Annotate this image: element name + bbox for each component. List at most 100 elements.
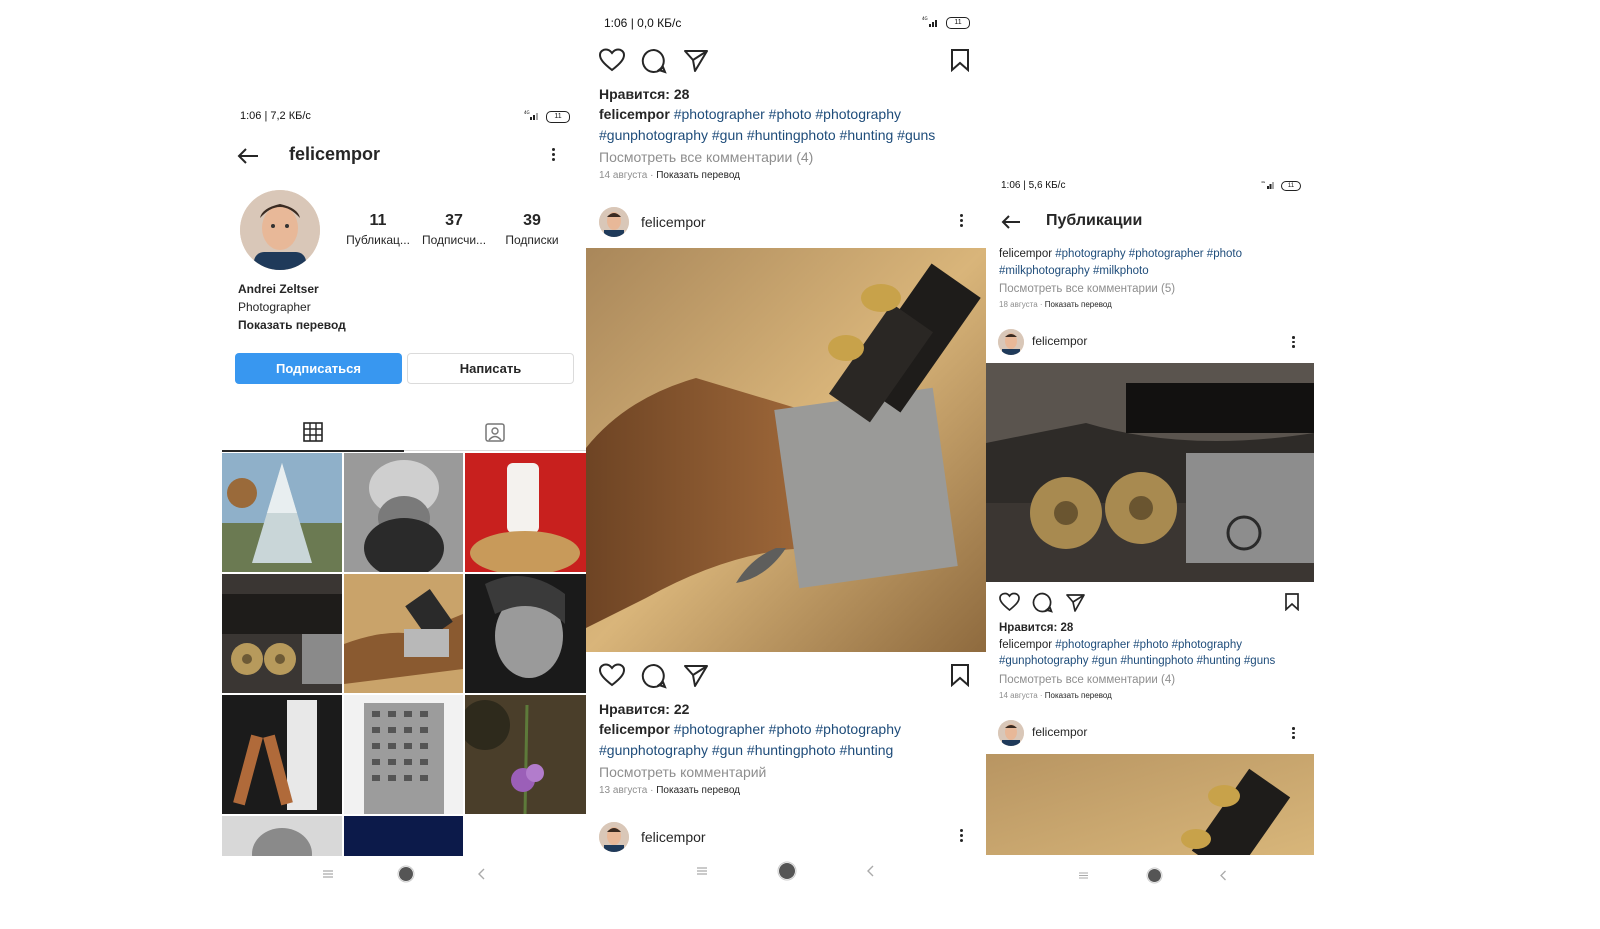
back-button[interactable]: [236, 146, 260, 171]
translate-link[interactable]: Показать перевод: [1045, 691, 1112, 700]
menu-icon[interactable]: [322, 869, 334, 879]
post-photo-shotgun-shells[interactable]: [986, 363, 1314, 582]
menu-icon[interactable]: [696, 866, 708, 876]
heart-icon[interactable]: [999, 592, 1020, 611]
grid-photo-shotgun-shells[interactable]: [222, 574, 342, 693]
caption-hashtags-2[interactable]: #gunphotography #gun #huntingphoto #hunt…: [999, 653, 1309, 670]
post-main-text: Нравится: 28 felicempor #photographer #p…: [999, 620, 1309, 701]
caption: felicempor #photographer #photo #photogr…: [999, 637, 1309, 654]
post-date: 18 августа: [999, 300, 1038, 310]
share-icon[interactable]: [683, 664, 709, 688]
caption: felicempor #photographer #photo #photogr…: [599, 719, 979, 739]
share-icon[interactable]: [683, 49, 709, 73]
grid-photo-shotgun[interactable]: [344, 574, 463, 693]
grid-photo-milk-glass[interactable]: [465, 453, 586, 572]
home-circle-icon[interactable]: [777, 861, 797, 881]
post-avatar[interactable]: [599, 822, 629, 852]
translate-link[interactable]: Показать перевод: [1045, 300, 1112, 309]
caption-username[interactable]: felicempor: [599, 721, 670, 737]
svg-text:4G: 4G: [1261, 180, 1266, 184]
status-bar: 1:06 | 0,0 КБ/с 4G 11: [604, 16, 970, 30]
grid-photo-child-hat[interactable]: [344, 453, 463, 572]
post-avatar[interactable]: [599, 207, 629, 237]
caption-hashtags-2[interactable]: #gunphotography #gun #huntingphoto #hunt…: [599, 125, 979, 145]
grid-photo-legs-touring[interactable]: [222, 695, 342, 814]
caption-hashtags[interactable]: #photographer #photo #photography: [674, 721, 901, 737]
comment-icon[interactable]: [641, 48, 667, 74]
tab-tagged[interactable]: [404, 414, 586, 451]
bio-translate-link[interactable]: Показать перевод: [238, 316, 346, 334]
post-username[interactable]: felicempor: [1032, 725, 1087, 739]
more-vertical-icon[interactable]: [552, 146, 556, 163]
post-meta: 18 августа · Показать перевод: [999, 300, 1112, 310]
back-chevron-icon[interactable]: [1219, 870, 1228, 881]
caption-hashtags[interactable]: #photographer #photo #photography: [674, 106, 901, 122]
signal-icon: 4G: [524, 110, 540, 123]
post-meta: 14 августа · Показать перевод: [599, 170, 740, 182]
post-meta: 13 августа · Показать перевод: [599, 785, 740, 797]
heart-icon[interactable]: [599, 48, 625, 72]
more-vertical-icon[interactable]: [1292, 725, 1296, 741]
grid-photo-man-portrait[interactable]: [222, 816, 342, 856]
heart-icon[interactable]: [599, 663, 625, 687]
grid-photo-night-sky[interactable]: [344, 816, 463, 856]
translate-link[interactable]: Показать перевод: [656, 170, 740, 181]
more-vertical-icon[interactable]: [960, 827, 964, 844]
caption-username[interactable]: felicempor: [999, 639, 1052, 651]
status-bar: 1:06 | 7,2 КБ/с 4G 11: [240, 110, 570, 123]
post-photo-shotgun[interactable]: [586, 248, 986, 652]
page-title: Публикации: [1046, 212, 1143, 229]
menu-icon[interactable]: [1078, 871, 1089, 880]
signal-icon: 4G: [922, 16, 940, 30]
bookmark-icon[interactable]: [1284, 592, 1300, 611]
home-circle-icon[interactable]: [397, 865, 415, 883]
grid-photo-apartment-building[interactable]: [344, 695, 463, 814]
stat-following[interactable]: 39 Подписки: [496, 212, 568, 247]
grid-icon: [303, 422, 323, 442]
back-chevron-icon[interactable]: [866, 865, 876, 877]
caption-hashtags-2[interactable]: #milkphotography #milkphoto: [999, 263, 1309, 280]
post-actions-top: [599, 48, 971, 74]
system-nav-bar: [696, 860, 876, 882]
message-button[interactable]: Написать: [407, 353, 574, 384]
back-button[interactable]: [1000, 213, 1022, 236]
grid-photo-purple-flower[interactable]: [465, 695, 586, 814]
grid-photo-woman-portrait[interactable]: [465, 574, 586, 693]
stat-posts[interactable]: 11 Публикац...: [342, 212, 414, 247]
more-vertical-icon[interactable]: [960, 212, 964, 229]
post-username[interactable]: felicempor: [641, 214, 706, 230]
caption-username[interactable]: felicempor: [999, 248, 1052, 260]
caption-username[interactable]: felicempor: [599, 106, 670, 122]
post-avatar[interactable]: [998, 720, 1024, 746]
tab-grid[interactable]: [222, 414, 404, 452]
caption-hashtags[interactable]: #photography #photographer #photo: [1055, 248, 1242, 260]
stat-followers-label: Подписчи...: [421, 233, 487, 247]
grid-photo-winter-tree[interactable]: [222, 453, 342, 572]
battery-icon: 11: [1281, 181, 1301, 191]
caption-hashtags[interactable]: #photographer #photo #photography: [1055, 639, 1242, 651]
home-circle-icon[interactable]: [1146, 867, 1163, 884]
comment-icon[interactable]: [1032, 592, 1053, 613]
comment-icon[interactable]: [641, 663, 667, 689]
stat-posts-label: Публикац...: [346, 233, 410, 247]
back-chevron-icon[interactable]: [477, 868, 487, 880]
more-vertical-icon[interactable]: [1292, 334, 1296, 350]
bookmark-icon[interactable]: [950, 48, 970, 72]
status-time: 1:06 | 7,2 КБ/с: [240, 110, 311, 122]
post-username[interactable]: felicempor: [1032, 334, 1087, 348]
view-comments-link[interactable]: Посмотреть комментарий: [599, 762, 979, 782]
likes-count: Нравится: 22: [599, 701, 690, 717]
post-photo-shotgun[interactable]: [986, 754, 1314, 855]
post-avatar[interactable]: [998, 329, 1024, 355]
follow-button[interactable]: Подписаться: [235, 353, 402, 384]
likes-count: Нравится: 28: [999, 622, 1074, 634]
caption-hashtags-2[interactable]: #gunphotography #gun #huntingphoto #hunt…: [599, 740, 979, 760]
view-comments-link[interactable]: Посмотреть все комментарии (4): [999, 672, 1309, 689]
stat-followers[interactable]: 37 Подписчи...: [418, 212, 490, 247]
bookmark-icon[interactable]: [950, 663, 970, 687]
translate-link[interactable]: Показать перевод: [656, 785, 740, 796]
view-comments-link[interactable]: Посмотреть все комментарии (5): [999, 281, 1309, 298]
view-comments-link[interactable]: Посмотреть все комментарии (4): [599, 147, 979, 167]
share-icon[interactable]: [1065, 593, 1086, 612]
post-username[interactable]: felicempor: [641, 829, 706, 845]
